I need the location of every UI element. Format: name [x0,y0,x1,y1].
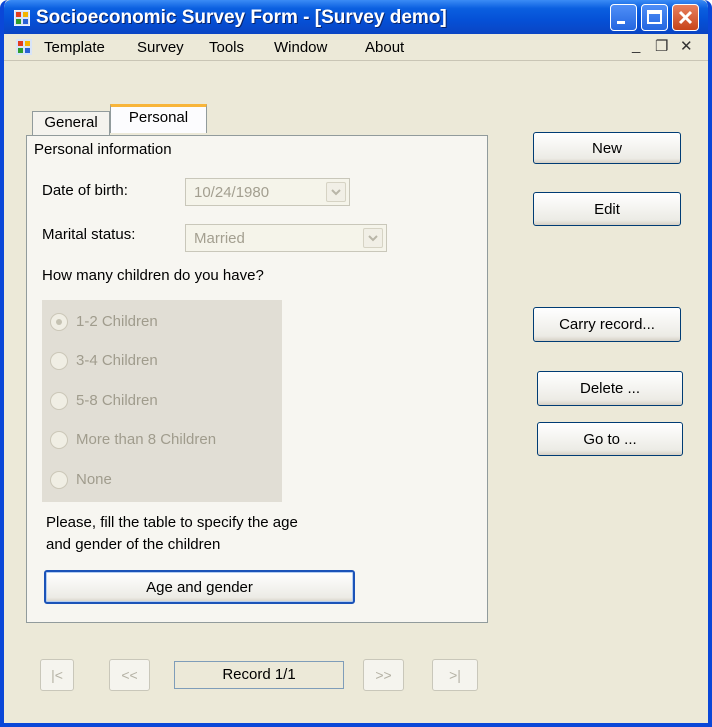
tab-personal[interactable]: Personal [110,104,207,133]
app-window: Socioeconomic Survey Form - [Survey demo… [0,0,712,727]
children-question: How many children do you have? [42,267,264,284]
close-icon [678,10,693,25]
new-button[interactable]: New [533,132,681,164]
delete-button[interactable]: Delete ... [537,371,683,406]
carry-record-button[interactable]: Carry record... [533,307,681,342]
record-indicator: Record 1/1 [174,661,344,689]
chevron-down-icon[interactable] [363,228,383,248]
mdi-close-icon[interactable]: ✕ [680,37,693,55]
age-and-gender-button[interactable]: Age and gender [44,570,355,604]
radio-button[interactable] [50,313,68,331]
tab-general[interactable]: General [32,111,110,135]
dob-datepicker[interactable]: 10/24/1980 [185,178,350,206]
last-record-button[interactable]: >| [432,659,478,691]
maximize-icon [647,10,662,24]
mdi-minimize-icon[interactable]: _ [632,37,640,54]
marital-status-label: Marital status: [42,226,136,243]
edit-button[interactable]: Edit [533,192,681,226]
maximize-button[interactable] [641,4,668,31]
chevron-down-icon[interactable] [326,182,346,202]
menu-about[interactable]: About [365,39,404,56]
marital-status-value: Married [194,230,245,247]
next-record-button[interactable]: >> [363,659,404,691]
fill-table-note-line1: Please, fill the table to specify the ag… [46,514,298,531]
go-to-button[interactable]: Go to ... [537,422,683,456]
radio-label: 3-4 Children [76,352,158,369]
menu-window[interactable]: Window [274,39,327,56]
fill-table-note-line2: and gender of the children [46,536,221,553]
personal-info-group-title: Personal information [34,141,172,158]
dob-label: Date of birth: [42,182,128,199]
previous-record-button[interactable]: << [109,659,150,691]
children-radio-group: 1-2 Children 3-4 Children 5-8 Children M… [42,300,282,502]
menu-template[interactable]: Template [44,39,105,56]
minimize-button[interactable] [610,4,637,31]
app-icon [14,10,30,26]
radio-button[interactable] [50,431,68,449]
dob-value: 10/24/1980 [194,184,270,201]
mdi-child-icon[interactable] [16,39,32,55]
mdi-restore-icon[interactable]: ❐ [655,37,668,55]
first-record-button[interactable]: |< [40,659,74,691]
radio-label: 5-8 Children [76,392,158,409]
radio-button[interactable] [50,471,68,489]
radio-label: 1-2 Children [76,313,158,330]
menu-survey[interactable]: Survey [137,39,184,56]
menu-tools[interactable]: Tools [209,39,244,56]
minimize-icon [617,21,625,24]
radio-label: None [76,471,112,488]
title-bar[interactable]: Socioeconomic Survey Form - [Survey demo… [4,0,708,34]
close-button[interactable] [672,4,699,31]
radio-selected-dot [56,319,62,325]
menu-bar: Template Survey Tools Window About _ ❐ ✕ [4,34,708,61]
window-title: Socioeconomic Survey Form - [Survey demo… [36,7,447,28]
radio-label: More than 8 Children [76,431,217,448]
marital-status-select[interactable]: Married [185,224,387,252]
radio-button[interactable] [50,392,68,410]
radio-button[interactable] [50,352,68,370]
